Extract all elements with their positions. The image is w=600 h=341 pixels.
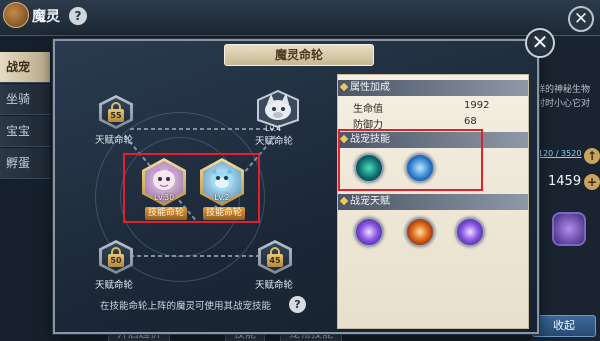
stat-value: 1992 — [464, 100, 490, 111]
pet-description-line: 对时小心它对 — [536, 99, 591, 109]
highlight-frame — [338, 129, 483, 191]
app-title: 魔灵 — [32, 9, 60, 25]
slot-label: 天赋命轮 — [95, 280, 134, 291]
top-bar — [0, 0, 600, 36]
close-icon[interactable]: ✕ — [525, 28, 555, 58]
attr-header: 属性加成 — [338, 80, 528, 96]
exp-counter: 120 / 3520 — [538, 149, 582, 158]
pet-info-panel: 属性加成 生命值 1992 防御力 68 战宠技能 战宠天赋 — [337, 74, 529, 329]
wheel-slot-locked[interactable]: 45 — [258, 240, 292, 274]
fire-figure-talent-icon[interactable] — [405, 217, 435, 247]
pet-portrait-icon[interactable] — [552, 212, 586, 246]
stat-value: 68 — [464, 116, 477, 127]
slot-label: 天赋命轮 — [255, 280, 294, 291]
sidebar: 战宠 坐骑 宝宝 孵蛋 — [0, 52, 50, 180]
lock-icon: 45 — [267, 254, 283, 267]
highlight-frame — [123, 153, 260, 223]
pet-description-line: 群的神秘生物 — [536, 85, 591, 95]
stat-name: 生命值 — [353, 104, 383, 115]
sidebar-item-mount[interactable]: 坐骑 — [0, 84, 50, 115]
window-close-icon[interactable]: ✕ — [568, 6, 594, 32]
sidebar-item-baby[interactable]: 宝宝 — [0, 116, 50, 147]
power-value: 1459 — [548, 174, 582, 189]
help-icon[interactable]: ? — [69, 7, 87, 25]
modal-title: 魔灵命轮 — [224, 44, 374, 66]
lock-icon: 55 — [108, 109, 124, 122]
sidebar-item-pet[interactable]: 战宠 — [0, 52, 50, 83]
exp-up-icon[interactable]: ↑ — [584, 148, 600, 164]
footer-help-icon[interactable]: ? — [289, 296, 306, 313]
wheel-slot-pet[interactable] — [257, 89, 299, 129]
talents-header: 战宠天赋 — [338, 194, 528, 210]
slot-label: 天赋命轮 — [95, 135, 134, 146]
lock-icon: 50 — [108, 254, 124, 267]
sidebar-item-hatch[interactable]: 孵蛋 — [0, 148, 50, 179]
slot-label: 天赋命轮 — [255, 136, 294, 147]
pet-level: Lv.4 — [265, 124, 282, 133]
chain-link — [130, 128, 280, 130]
purple-paw-talent-icon[interactable] — [354, 217, 384, 247]
collapse-button[interactable]: 收起 — [532, 315, 596, 337]
add-icon[interactable]: + — [584, 174, 600, 190]
wheel-footer-note: 在技能命轮上阵的魔灵可使用其战宠技能 — [100, 301, 272, 312]
purple-paw-talent-icon[interactable] — [455, 217, 485, 247]
white-beast-pet-icon — [257, 89, 299, 129]
wheel-slot-locked[interactable]: 55 — [99, 95, 133, 129]
app-logo-icon — [3, 2, 29, 28]
wheel-slot-locked[interactable]: 50 — [99, 240, 133, 274]
